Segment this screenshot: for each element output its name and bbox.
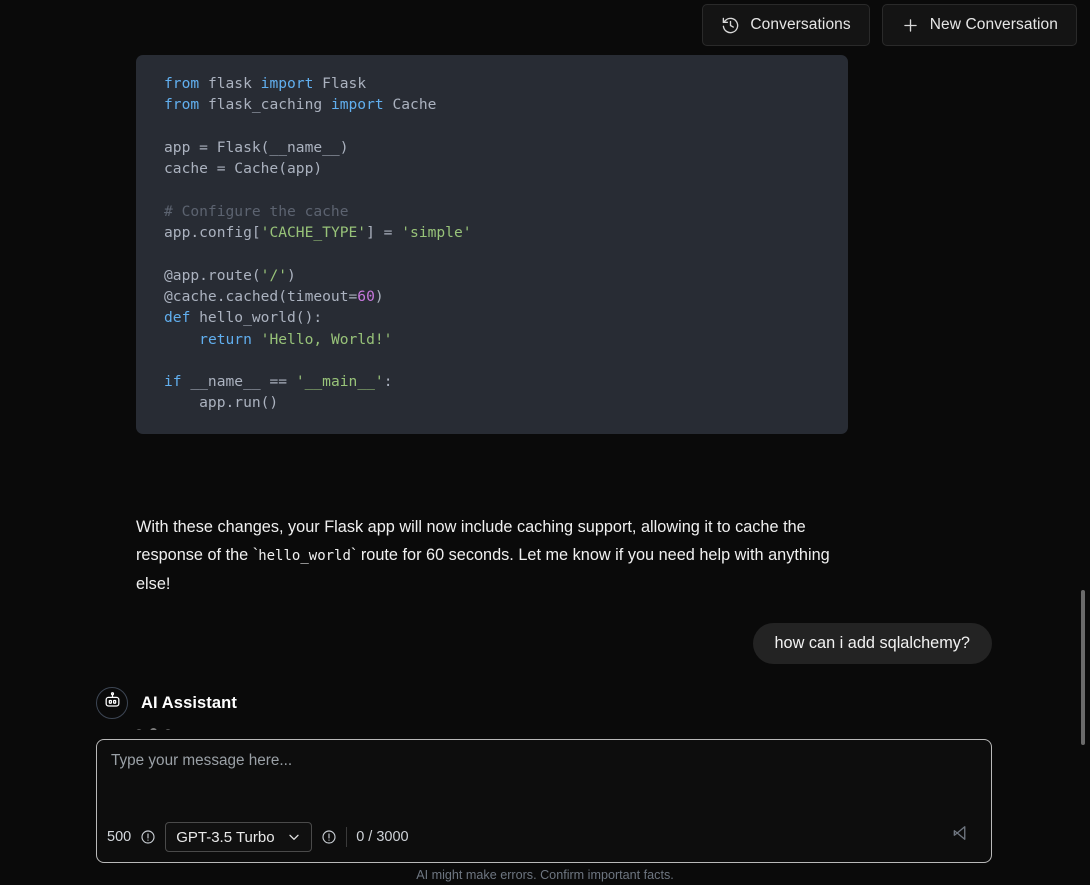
typing-dot [136, 728, 142, 730]
avatar [96, 687, 128, 719]
inline-code-hello-world: hello_world [258, 548, 351, 564]
assistant-message-header: AI Assistant [96, 687, 237, 719]
assistant-code-block: from flask import Flask from flask_cachi… [136, 55, 848, 434]
token-info-icon[interactable] [321, 829, 337, 845]
typing-indicator [136, 728, 171, 730]
typing-dot [165, 728, 171, 730]
user-message-row: how can i add sqlalchemy? [752, 623, 992, 664]
vertical-scrollbar-thumb[interactable] [1081, 590, 1085, 745]
typing-dot [150, 728, 157, 730]
model-select-wrapper: GPT-3.5 Turbo [165, 822, 313, 852]
send-button[interactable] [951, 823, 971, 846]
history-clock-icon [721, 16, 740, 35]
assistant-name-label: AI Assistant [141, 693, 237, 712]
plus-icon [901, 16, 920, 35]
conversation-scroll-area[interactable]: from flask import Flask from flask_cachi… [0, 50, 1090, 730]
top-toolbar: Conversations New Conversation [0, 0, 1090, 50]
divider [346, 827, 348, 847]
composer-controls: 500 GPT-3.5 Turbo 0 / 3000 [107, 822, 409, 852]
disclaimer-text: AI might make errors. Confirm important … [416, 868, 674, 882]
max-tokens-value: 500 [107, 829, 132, 845]
send-plane-icon [951, 823, 971, 846]
conversations-button[interactable]: Conversations [702, 4, 870, 46]
info-circle-icon[interactable] [140, 829, 156, 845]
message-input[interactable] [111, 752, 977, 814]
conversations-button-label: Conversations [750, 16, 851, 33]
assistant-paragraph: With these changes, your Flask app will … [136, 518, 830, 593]
new-conversation-button-label: New Conversation [929, 16, 1058, 33]
model-select[interactable]: GPT-3.5 Turbo [165, 822, 313, 852]
robot-icon [103, 691, 122, 715]
message-composer: 500 GPT-3.5 Turbo [96, 739, 992, 863]
token-counter: 0 / 3000 [356, 829, 409, 845]
user-message-bubble: how can i add sqlalchemy? [752, 623, 992, 664]
new-conversation-button[interactable]: New Conversation [881, 4, 1077, 46]
